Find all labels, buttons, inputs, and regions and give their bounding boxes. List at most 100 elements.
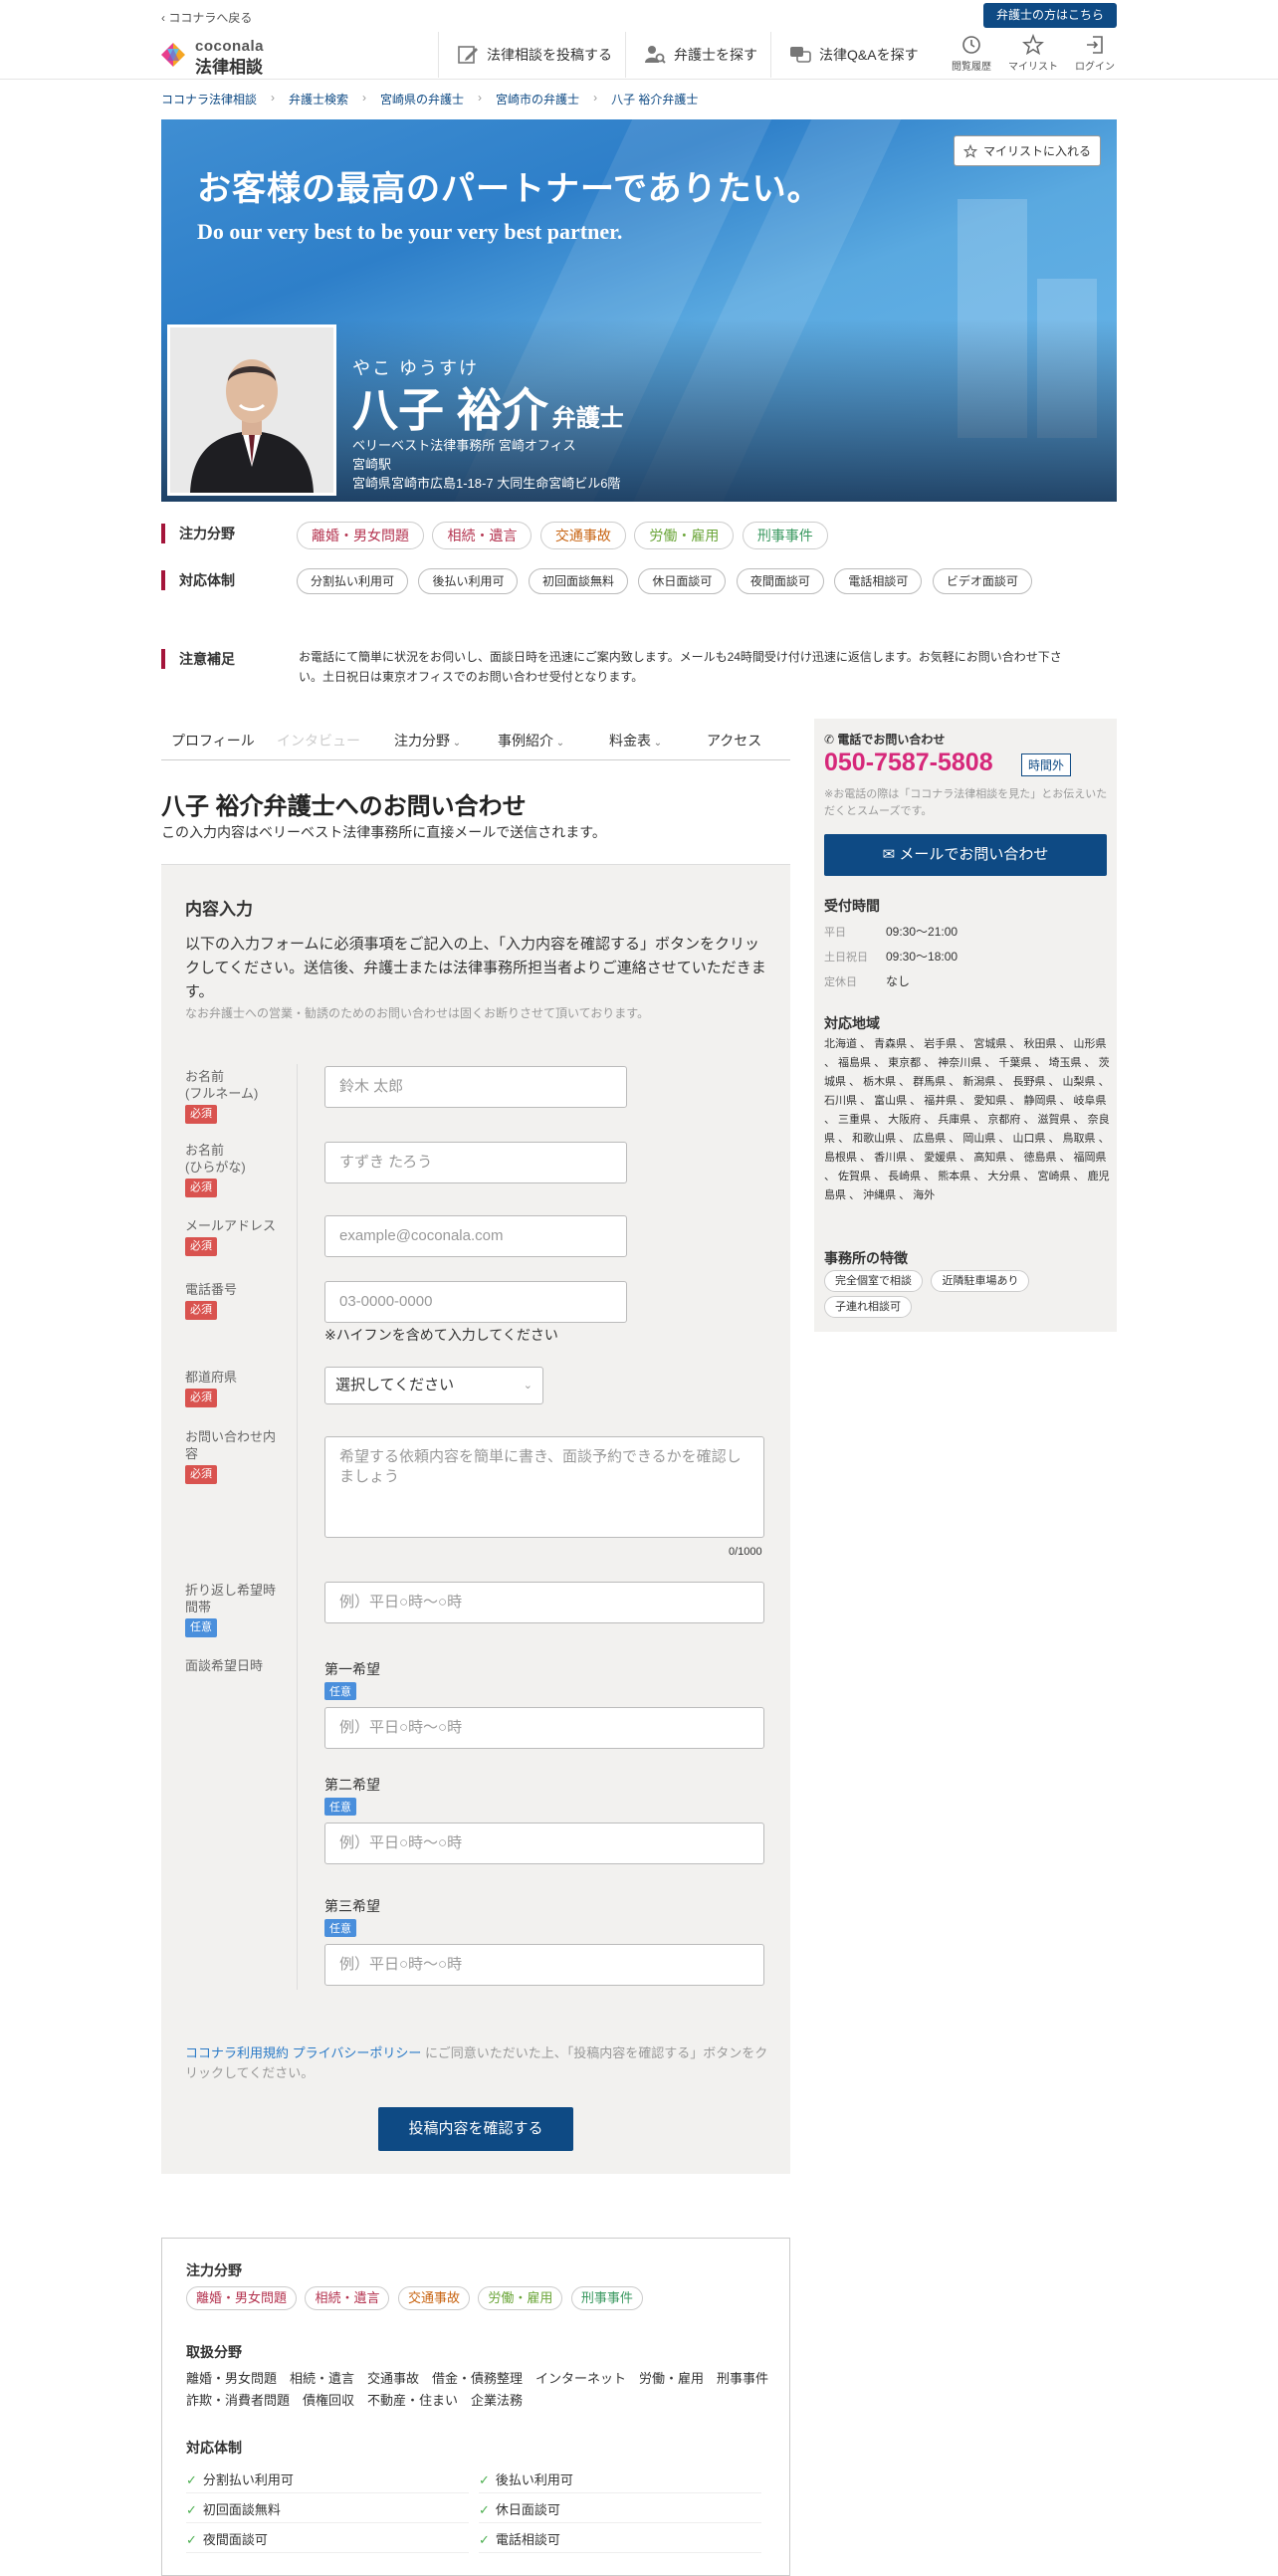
- nearest-station: 宮崎駅: [352, 457, 392, 472]
- find-qa-link[interactable]: 法律Q&Aを探す: [770, 32, 919, 78]
- tab-profile[interactable]: プロフィール: [171, 731, 255, 751]
- focus-heading: 注力分野: [161, 524, 235, 543]
- confirm-submit-button[interactable]: 投稿内容を確認する: [378, 2107, 573, 2151]
- third-choice-label: 第三希望 任意: [324, 1898, 380, 1937]
- form-title: 八子 裕介弁護士へのお問い合わせ: [161, 793, 527, 820]
- summary-focus-heading: 注力分野: [186, 2262, 242, 2278]
- tab-focus[interactable]: 注力分野 ⌄: [394, 731, 461, 751]
- hours-row: 土日祝日 09:30〜18:00: [824, 950, 958, 964]
- required-badge: 必須: [185, 1301, 217, 1320]
- focus-tag[interactable]: 労働・雇用: [478, 2286, 563, 2310]
- feature-tag: 子連れ相談可: [824, 1296, 912, 1318]
- kana-input[interactable]: すずき たろう: [324, 1142, 627, 1183]
- top-header: ‹ ココナラへ戻る 弁護士の方はこちら coconala 法律相談 法律相談を投…: [0, 0, 1278, 80]
- second-choice-input[interactable]: 例）平日○時〜○時: [324, 1823, 764, 1864]
- tab-fees[interactable]: 料金表 ⌄: [609, 731, 662, 751]
- focus-tag[interactable]: 交通事故: [397, 2286, 470, 2310]
- breadcrumb: ココナラ法律相談 › 弁護士検索 › 宮崎県の弁護士 › 宮崎市の弁護士 › 八子 裕介…: [161, 91, 698, 107]
- history-link[interactable]: 閲覧履歴: [942, 34, 1001, 73]
- support-tag: 初回面談無料: [528, 568, 628, 594]
- office-address: 宮崎県宮崎市広島1-18-7 大同生命宮崎ビル6階: [352, 476, 621, 491]
- coconala-logo-icon: [161, 43, 185, 67]
- optional-badge: 任意: [324, 1798, 356, 1816]
- tel-helper: ※ハイフンを含めて入力してください: [324, 1327, 558, 1343]
- required-badge: 必須: [185, 1465, 217, 1484]
- hours-row: 平日 09:30〜21:00: [824, 925, 958, 939]
- mail-icon: ✉: [882, 846, 900, 863]
- focus-tag[interactable]: 離婚・男女問題: [297, 522, 424, 549]
- profile-summary-box: 注力分野 離婚・男女問題 相続・遺言 交通事故 労働・雇用 刑事事件 取扱分野 …: [161, 2238, 790, 2576]
- profile-tabs: プロフィール インタビュー 注力分野 ⌄ 事例紹介 ⌄ 料金表 ⌄ アクセス: [161, 723, 790, 760]
- focus-tag[interactable]: 刑事事件: [570, 2286, 643, 2310]
- check-icon: ✓: [186, 2472, 197, 2487]
- login-link[interactable]: ログイン: [1065, 34, 1125, 73]
- breadcrumb-item[interactable]: ココナラ法律相談: [161, 91, 257, 107]
- focus-tag[interactable]: 離婚・男女問題: [186, 2286, 298, 2310]
- inquiry-textarea[interactable]: 希望する依頼内容を簡単に書き、面談予約できるかを確認しましょう: [324, 1436, 764, 1538]
- support-tag: 夜間面談可: [736, 568, 824, 594]
- tab-cases[interactable]: 事例紹介 ⌄: [498, 731, 564, 751]
- prefecture-label: 都道府県 必須: [185, 1369, 237, 1407]
- breadcrumb-item[interactable]: 宮崎市の弁護士: [496, 91, 579, 107]
- required-badge: 必須: [185, 1389, 217, 1407]
- chevron-right-icon: ›: [478, 91, 483, 105]
- optional-badge: 任意: [185, 1618, 217, 1637]
- lawyer-office-info: ベリーベスト法律事務所 宮崎オフィス 宮崎駅 宮崎県宮崎市広島1-18-7 大同…: [352, 436, 620, 493]
- hero-catchphrase-en: Do our very best to be your very best pa…: [197, 219, 623, 244]
- support-item: ✓ 分割払い利用可: [186, 2469, 469, 2493]
- first-choice-input[interactable]: 例）平日○時〜○時: [324, 1707, 764, 1749]
- phone-icon: ✆: [824, 733, 838, 747]
- phone-note: ※お電話の際は「ココナラ法律相談を見た」とお伝えいただくとスムーズです。: [824, 788, 1108, 817]
- breadcrumb-item[interactable]: 弁護士検索: [289, 91, 348, 107]
- prefecture-select[interactable]: 選択してください ⌄: [324, 1367, 543, 1404]
- hours-heading: 受付時間: [824, 898, 880, 914]
- meeting-label: 面談希望日時: [185, 1658, 264, 1673]
- logo[interactable]: coconala 法律相談: [159, 36, 269, 77]
- callback-input[interactable]: 例）平日○時〜○時: [324, 1582, 764, 1623]
- terms-link[interactable]: ココナラ利用規約 プライバシーポリシー: [185, 2045, 421, 2060]
- focus-tag[interactable]: 相続・遺言: [432, 522, 532, 549]
- profile-hero: お客様の最高のパートナーでありたい。 Do our very best to b…: [161, 119, 1117, 502]
- feature-tags: 完全個室で相談 近隣駐車場あり 子連れ相談可: [824, 1270, 1113, 1322]
- hours-row: 定休日 なし: [824, 974, 911, 988]
- tel-input[interactable]: 03-0000-0000: [324, 1281, 627, 1323]
- find-lawyer-link[interactable]: 弁護士を探す: [625, 32, 757, 78]
- support-tag: 電話相談可: [834, 568, 923, 594]
- mylist-link[interactable]: マイリスト: [1003, 34, 1063, 73]
- focus-tag[interactable]: 労働・雇用: [634, 522, 735, 549]
- chevron-right-icon: ›: [593, 91, 598, 105]
- required-badge: 必須: [185, 1179, 217, 1197]
- summary-fields-text: 離婚・男女問題 相続・遺言 交通事故 借金・債務整理 インターネット 労働・雇用…: [186, 2371, 782, 2408]
- add-to-mylist-button[interactable]: マイリストに入れる: [954, 135, 1101, 166]
- form-subtitle: この入力内容はベリーベスト法律事務所に直接メールで送信されます。: [161, 824, 606, 840]
- lawyer-login-button[interactable]: 弁護士の方はこちら: [983, 3, 1117, 28]
- history-icon: [962, 36, 980, 54]
- hours-status-badge: 時間外: [1021, 753, 1072, 776]
- post-consultation-link[interactable]: 法律相談を投稿する: [438, 32, 612, 78]
- focus-tag[interactable]: 交通事故: [539, 522, 626, 549]
- name-label: お名前 (フルネーム) 必須: [185, 1068, 258, 1124]
- contact-form: 内容入力 以下の入力フォームに必須事項をご記入の上、「入力内容を確認する」ボタン…: [161, 864, 790, 2174]
- phone-number[interactable]: 050-7587-5808: [824, 749, 993, 777]
- required-badge: 必須: [185, 1105, 217, 1124]
- form-divider: [297, 1064, 298, 1990]
- breadcrumb-current: 八子 裕介弁護士: [611, 93, 699, 107]
- breadcrumb-item[interactable]: 宮崎県の弁護士: [380, 91, 464, 107]
- required-badge: 必須: [185, 1237, 217, 1256]
- kana-label: お名前 (ひらがな) 必須: [185, 1142, 246, 1197]
- support-item: ✓ 休日面談可: [479, 2499, 761, 2523]
- tel-label: 電話番号 必須: [185, 1281, 237, 1320]
- focus-tag[interactable]: 刑事事件: [742, 522, 828, 549]
- tab-access[interactable]: アクセス: [707, 731, 761, 751]
- email-contact-button[interactable]: ✉ メールでお問い合わせ: [824, 834, 1107, 876]
- check-icon: ✓: [479, 2532, 490, 2547]
- callback-label: 折り返し希望時間帯 任意: [185, 1582, 285, 1637]
- focus-tag[interactable]: 相続・遺言: [305, 2286, 390, 2310]
- support-item: ✓ 電話相談可: [479, 2529, 761, 2553]
- back-link[interactable]: ‹ ココナラへ戻る: [161, 9, 252, 26]
- third-choice-input[interactable]: 例）平日○時〜○時: [324, 1944, 764, 1986]
- email-input[interactable]: example@coconala.com: [324, 1215, 627, 1257]
- hours-list: 平日 09:30〜21:00 土日祝日 09:30〜18:00 定休日 なし: [824, 920, 958, 994]
- name-input[interactable]: 鈴木 太郎: [324, 1066, 627, 1108]
- form-notice: なお弁護士への営業・勧誘のためのお問い合わせは固くお断りさせて頂いております。: [185, 1006, 650, 1020]
